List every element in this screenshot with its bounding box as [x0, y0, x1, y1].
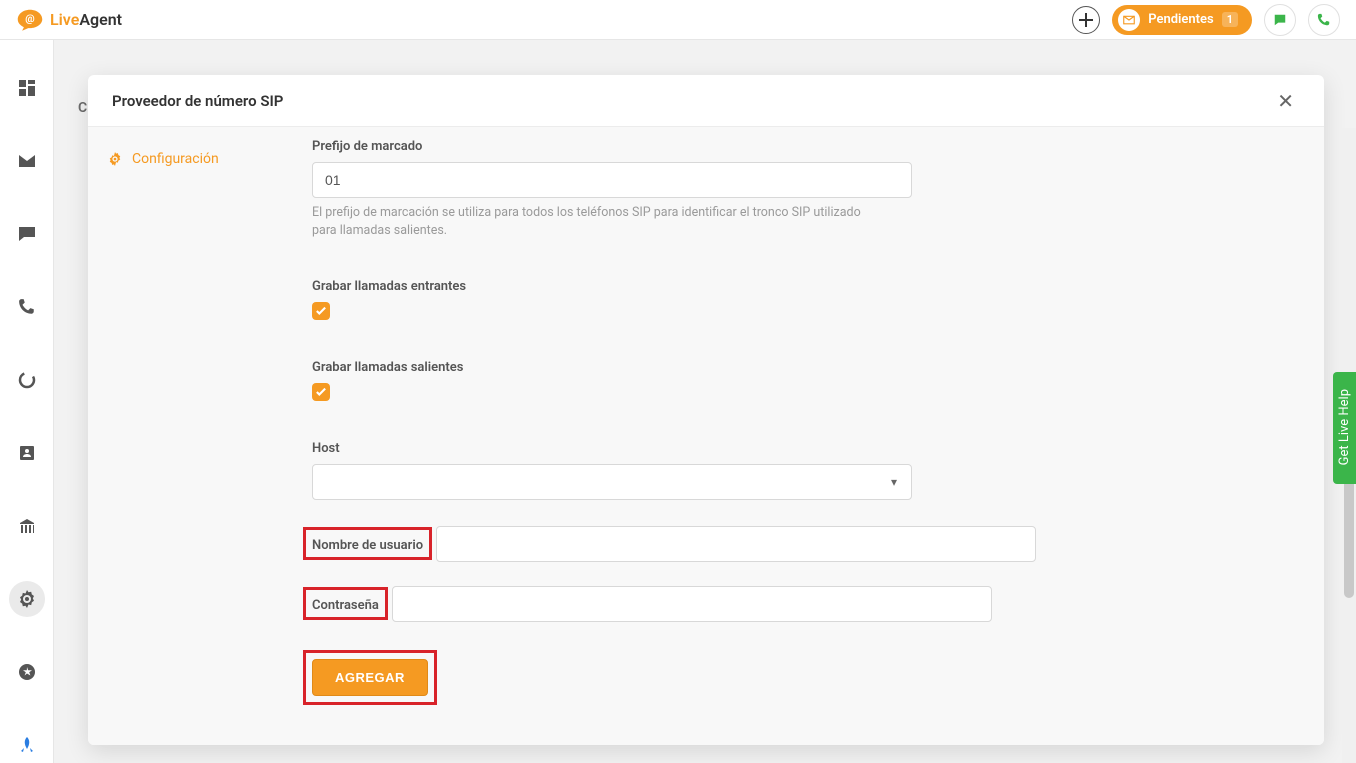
leftnav	[0, 40, 54, 763]
nav-dashboard[interactable]	[9, 70, 45, 105]
nav-contacts[interactable]	[9, 435, 45, 470]
nav-rocket[interactable]	[9, 728, 45, 763]
pending-label: Pendientes	[1148, 12, 1214, 27]
check-icon	[315, 306, 327, 316]
nav-settings[interactable]	[9, 581, 45, 616]
dial-prefix-label: Prefijo de marcado	[312, 139, 1284, 154]
nav-call[interactable]	[9, 289, 45, 324]
username-highlight: Nombre de usuario	[303, 527, 432, 560]
pending-pill[interactable]: Pendientes 1	[1112, 5, 1252, 35]
password-input[interactable]	[392, 586, 992, 622]
pending-count: 1	[1222, 12, 1238, 27]
close-icon[interactable]: ✕	[1271, 87, 1300, 115]
password-group: Contraseña	[312, 586, 1284, 626]
nav-library[interactable]	[9, 508, 45, 543]
add-button[interactable]	[1072, 6, 1100, 34]
dial-prefix-help: El prefijo de marcación se utiliza para …	[312, 204, 872, 239]
live-help-tab[interactable]: Get Live Help	[1333, 372, 1356, 484]
modal-main: Prefijo de marcado El prefijo de marcaci…	[288, 127, 1324, 745]
username-group: Nombre de usuario	[312, 526, 1284, 566]
phone-button[interactable]	[1308, 4, 1340, 36]
logo[interactable]: @ LiveAgent	[16, 8, 122, 32]
record-outgoing-group: Grabar llamadas salientes	[312, 360, 1284, 401]
logo-icon: @	[16, 8, 44, 32]
live-help-label: Get Live Help	[1337, 389, 1352, 465]
sidebar-item-config[interactable]: Configuración	[108, 151, 272, 167]
nav-chat[interactable]	[9, 216, 45, 251]
modal-title: Proveedor de número SIP	[112, 92, 283, 110]
chat-button[interactable]	[1264, 4, 1296, 36]
modal-header: Proveedor de número SIP ✕	[88, 75, 1324, 127]
nav-mail[interactable]	[9, 143, 45, 178]
add-highlight: AGREGAR	[303, 650, 437, 705]
bg-content-hint: C	[78, 100, 87, 116]
dial-prefix-input[interactable]	[312, 162, 912, 198]
check-icon	[315, 387, 327, 397]
svg-text:@: @	[25, 12, 34, 25]
topbar: @ LiveAgent Pendientes 1	[0, 0, 1356, 40]
record-incoming-label: Grabar llamadas entrantes	[312, 279, 1284, 294]
mail-icon	[1118, 9, 1140, 31]
record-incoming-group: Grabar llamadas entrantes	[312, 279, 1284, 320]
password-highlight: Contraseña	[303, 587, 388, 620]
sip-modal: Proveedor de número SIP ✕ Configuración …	[88, 75, 1324, 745]
gear-icon	[108, 152, 122, 166]
nav-stats[interactable]	[9, 362, 45, 397]
username-label: Nombre de usuario	[312, 538, 423, 553]
topbar-right: Pendientes 1	[1072, 4, 1340, 36]
username-input[interactable]	[436, 526, 1036, 562]
modal-sidebar: Configuración	[88, 127, 288, 745]
password-label: Contraseña	[312, 598, 379, 613]
record-incoming-checkbox[interactable]	[312, 302, 330, 320]
modal-body: Configuración Prefijo de marcado El pref…	[88, 127, 1324, 745]
nav-star[interactable]	[9, 655, 45, 690]
record-outgoing-checkbox[interactable]	[312, 383, 330, 401]
host-label: Host	[312, 441, 1284, 456]
logo-text: LiveAgent	[50, 10, 122, 29]
record-outgoing-label: Grabar llamadas salientes	[312, 360, 1284, 375]
config-label: Configuración	[132, 151, 219, 167]
host-select[interactable]	[312, 464, 912, 500]
dial-prefix-group: Prefijo de marcado El prefijo de marcaci…	[312, 139, 1284, 239]
add-button[interactable]: AGREGAR	[312, 659, 428, 696]
host-group: Host	[312, 441, 1284, 500]
